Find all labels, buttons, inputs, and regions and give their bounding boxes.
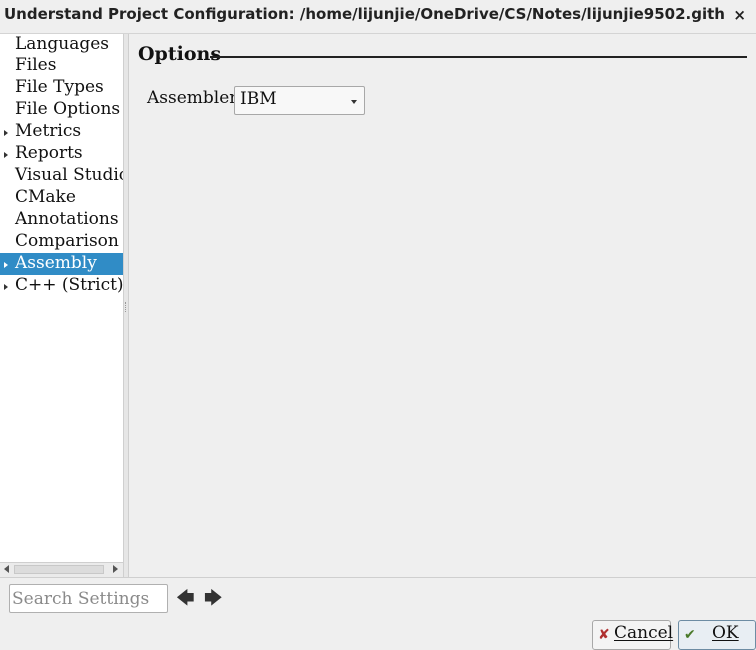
tree-item-label: Annotations	[15, 209, 119, 229]
tree-item-label: Reports	[15, 143, 83, 163]
back-arrow-icon[interactable]: 🡄	[176, 590, 195, 608]
scroll-left-arrow-icon[interactable]	[4, 565, 9, 573]
expand-arrow-icon[interactable]	[4, 262, 8, 268]
tree-item-comparison[interactable]: Comparison	[0, 231, 123, 253]
tree-item-label: Files	[15, 55, 57, 75]
assembler-dropdown[interactable]: IBM	[234, 86, 365, 115]
expand-arrow-icon[interactable]	[4, 152, 8, 158]
assembler-label: Assembler	[147, 88, 238, 108]
settings-tree[interactable]: Languages Files File Types File Options …	[0, 34, 123, 562]
tree-item-visual-studio[interactable]: Visual Studio	[0, 165, 123, 187]
window-title: Understand Project Configuration: /home/…	[4, 5, 726, 23]
tree-item-assembly[interactable]: Assembly	[0, 253, 123, 275]
cancel-button-label: Cancel	[614, 623, 674, 643]
tree-item-file-types[interactable]: File Types	[0, 77, 123, 99]
grip-icon	[125, 302, 128, 312]
x-icon: ✘	[598, 627, 610, 643]
section-title: Options	[138, 43, 222, 65]
tree-item-label: Visual Studio	[15, 165, 123, 185]
tree-item-label: C++ (Strict)	[15, 275, 123, 295]
section-divider	[210, 56, 747, 58]
tree-item-label: Comparison	[15, 231, 119, 251]
tree-item-label: CMake	[15, 187, 76, 207]
check-icon: ✔	[684, 627, 696, 643]
ok-button[interactable]: ✔ OK	[678, 620, 756, 650]
chevron-down-icon	[351, 100, 357, 104]
assembler-selected-value: IBM	[240, 89, 277, 109]
tree-item-reports[interactable]: Reports	[0, 143, 123, 165]
sidebar-horizontal-scrollbar[interactable]	[0, 562, 123, 577]
tree-item-label: File Options	[15, 99, 121, 119]
ok-button-label: OK	[712, 623, 739, 643]
title-bar: Understand Project Configuration: /home/…	[0, 0, 756, 34]
tree-item-files[interactable]: Files	[0, 55, 123, 77]
tree-item-metrics[interactable]: Metrics	[0, 121, 123, 143]
scroll-right-arrow-icon[interactable]	[113, 565, 118, 573]
splitter-handle[interactable]	[123, 34, 129, 577]
scrollbar-thumb[interactable]	[14, 565, 104, 574]
tree-item-label: File Types	[15, 77, 104, 97]
tree-item-label: Metrics	[15, 121, 82, 141]
tree-item-cpp-strict[interactable]: C++ (Strict)	[0, 275, 123, 297]
cancel-button[interactable]: ✘ Cancel	[592, 620, 674, 650]
tree-item-label: Assembly	[15, 253, 97, 273]
forward-arrow-icon[interactable]: 🡆	[204, 590, 223, 608]
tree-item-file-options[interactable]: File Options	[0, 99, 123, 121]
search-settings-input[interactable]	[9, 584, 168, 613]
footer-divider	[0, 577, 756, 578]
close-icon[interactable]: ×	[733, 6, 746, 24]
expand-arrow-icon[interactable]	[4, 130, 8, 136]
expand-arrow-icon[interactable]	[4, 284, 8, 290]
tree-item-annotations[interactable]: Annotations	[0, 209, 123, 231]
tree-item-languages[interactable]: Languages	[0, 34, 123, 56]
tree-item-cmake[interactable]: CMake	[0, 187, 123, 209]
tree-item-label: Languages	[15, 34, 110, 54]
